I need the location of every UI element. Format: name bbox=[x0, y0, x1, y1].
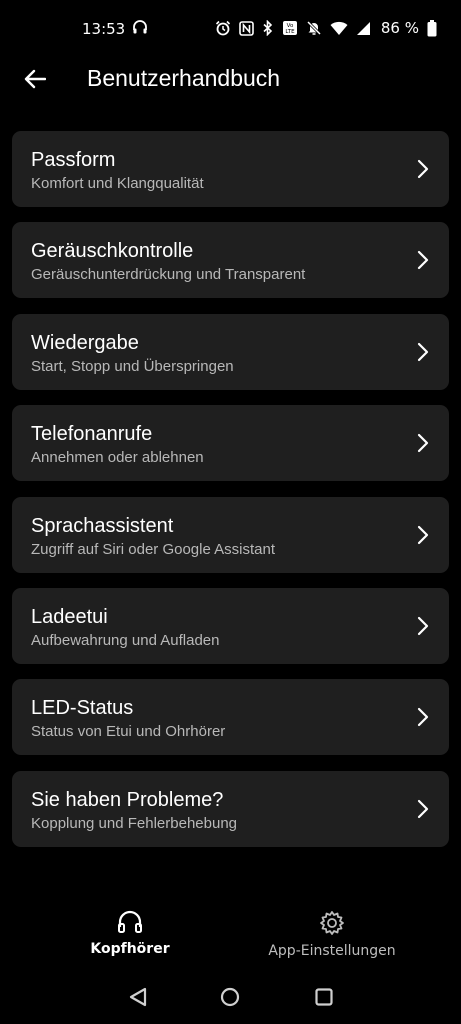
list-item-geraeuschkontrolle[interactable]: Geräuschkontrolle Geräuschunterdrückung … bbox=[12, 222, 449, 299]
list-item-passform[interactable]: Passform Komfort und Klangqualität bbox=[12, 131, 449, 207]
tab-label: App-Einstellungen bbox=[268, 943, 396, 959]
tab-app-einstellungen[interactable]: App-Einstellungen bbox=[262, 910, 402, 959]
headphones-status-icon bbox=[132, 19, 148, 39]
manual-topic-list: Passform Komfort und Klangqualität Geräu… bbox=[12, 131, 449, 862]
item-title: LED-Status bbox=[31, 697, 134, 720]
item-subtitle: Status von Etui und Ohrhörer bbox=[31, 723, 226, 741]
list-item-wiedergabe[interactable]: Wiedergabe Start, Stopp und Überspringen bbox=[12, 313, 449, 390]
list-item-ladeetui[interactable]: Ladeetui Aufbewahrung und Aufladen bbox=[12, 587, 449, 664]
bluetooth-icon bbox=[262, 20, 274, 36]
system-navigation-bar bbox=[0, 982, 461, 1010]
recents-square-icon[interactable] bbox=[313, 986, 335, 1008]
back-button[interactable] bbox=[20, 64, 50, 94]
item-subtitle: Kopplung und Fehlerbehebung bbox=[31, 814, 238, 832]
status-bar: 13:53 Vo LTE 86 % bbox=[0, 0, 461, 58]
item-subtitle: Annehmen oder ablehnen bbox=[31, 449, 204, 467]
item-title: Sie haben Probleme? bbox=[31, 788, 224, 811]
item-subtitle: Start, Stopp und Überspringen bbox=[31, 357, 234, 375]
chevron-right-icon bbox=[417, 434, 429, 453]
status-icons: Vo LTE 86 % bbox=[215, 19, 437, 37]
tab-label: Kopfhörer bbox=[90, 941, 170, 957]
mute-icon bbox=[306, 20, 322, 36]
item-subtitle: Komfort und Klangqualität bbox=[31, 175, 204, 192]
svg-text:LTE: LTE bbox=[285, 29, 295, 35]
battery-percent: 86 % bbox=[380, 19, 419, 37]
item-title: Telefonanrufe bbox=[31, 423, 153, 446]
app-header: Benutzerhandbuch bbox=[0, 58, 461, 108]
home-circle-icon[interactable] bbox=[219, 986, 241, 1008]
headphones-icon bbox=[118, 910, 142, 933]
nfc-icon bbox=[239, 20, 254, 36]
gear-icon bbox=[320, 911, 344, 935]
item-subtitle: Zugriff auf Siri oder Google Assistant bbox=[31, 540, 276, 558]
list-item-probleme[interactable]: Sie haben Probleme? Kopplung und Fehlerb… bbox=[12, 770, 449, 847]
bottom-navigation: Kopfhörer App-Einstellungen bbox=[0, 900, 461, 970]
chevron-right-icon bbox=[417, 616, 429, 636]
chevron-right-icon bbox=[417, 342, 429, 361]
item-subtitle: Aufbewahrung und Aufladen bbox=[31, 631, 220, 649]
signal-icon bbox=[356, 21, 371, 36]
back-arrow-icon bbox=[24, 69, 46, 89]
item-title: Ladeetui bbox=[31, 605, 108, 628]
list-item-telefonanrufe[interactable]: Telefonanrufe Annehmen oder ablehnen bbox=[12, 405, 449, 482]
chevron-right-icon bbox=[417, 251, 429, 270]
item-title: Wiedergabe bbox=[31, 331, 139, 354]
alarm-icon bbox=[215, 20, 231, 36]
battery-icon bbox=[427, 19, 437, 37]
tab-kopfhoerer[interactable]: Kopfhörer bbox=[86, 910, 174, 957]
status-time: 13:53 bbox=[82, 20, 126, 38]
chevron-right-icon bbox=[417, 159, 429, 179]
item-title: Passform bbox=[31, 149, 116, 171]
page-title: Benutzerhandbuch bbox=[87, 65, 281, 91]
wifi-icon bbox=[330, 21, 348, 36]
list-item-led-status[interactable]: LED-Status Status von Etui und Ohrhörer bbox=[12, 679, 449, 756]
item-title: Geräuschkontrolle bbox=[31, 240, 194, 263]
back-triangle-icon[interactable] bbox=[127, 986, 149, 1008]
item-title: Sprachassistent bbox=[31, 514, 174, 537]
chevron-right-icon bbox=[417, 525, 429, 544]
item-subtitle: Geräuschunterdrückung und Transparent bbox=[31, 266, 306, 284]
chevron-right-icon bbox=[417, 708, 429, 727]
list-item-sprachassistent[interactable]: Sprachassistent Zugriff auf Siri oder Go… bbox=[12, 496, 449, 573]
chevron-right-icon bbox=[417, 799, 429, 818]
volte-icon: Vo LTE bbox=[282, 20, 298, 36]
